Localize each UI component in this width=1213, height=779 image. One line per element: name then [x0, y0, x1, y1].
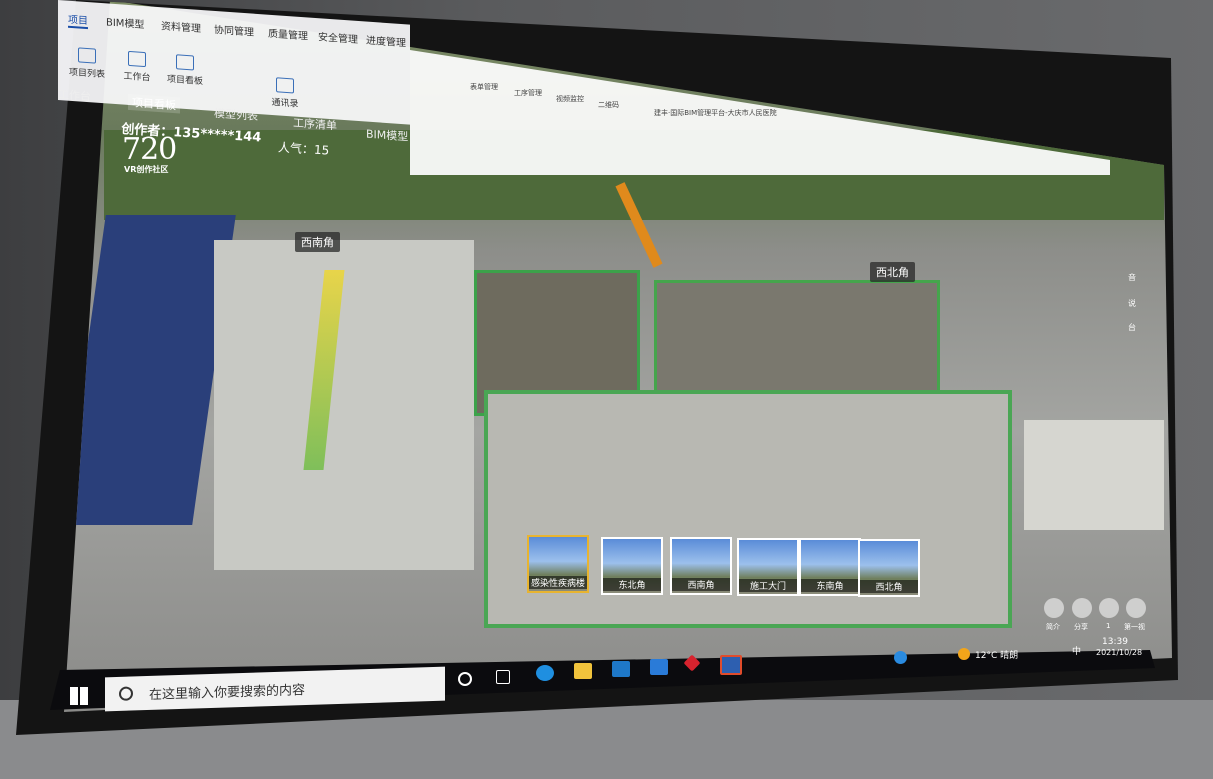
weather-text[interactable]: 12°C 晴朗	[975, 648, 1018, 661]
weather-icon	[958, 648, 970, 660]
vr-logo: 720	[122, 132, 177, 167]
help-icon[interactable]	[894, 651, 907, 664]
doc-tab-project-board[interactable]: 项目看板	[128, 93, 180, 114]
project-board-button[interactable]: 项目看板	[162, 53, 208, 87]
contacts-icon	[276, 77, 294, 94]
ribbon-tab-quality[interactable]: 质量管理	[268, 25, 308, 43]
windows-start-icon[interactable]	[70, 687, 88, 705]
intro-button[interactable]	[1044, 598, 1064, 618]
list-icon	[78, 47, 96, 64]
first-person-button[interactable]	[1126, 598, 1146, 618]
thumbnail-scene[interactable]: 施工大门	[737, 538, 799, 596]
mail-icon[interactable]	[612, 661, 630, 677]
like-count: 1	[1106, 622, 1111, 630]
app-icon[interactable]	[650, 659, 668, 675]
thumbnail-scene[interactable]: 感染性疾病楼	[527, 535, 589, 593]
popularity-label: 人气：15	[277, 140, 330, 158]
cortana-icon[interactable]	[458, 672, 472, 686]
side-icon-narration[interactable]: 说	[1128, 298, 1136, 309]
project-list-button[interactable]: 项目列表	[64, 46, 110, 80]
thumbnail-scene[interactable]: 西北角	[858, 539, 920, 597]
menu-qrcode[interactable]: 二维码	[598, 100, 619, 110]
window-title: 建丰·国际BIM管理平台-大庆市人民医院	[654, 109, 777, 117]
intro-label: 简介	[1046, 623, 1060, 631]
ribbon-tab-bim[interactable]: BIM模型	[106, 13, 144, 31]
workbench-icon	[128, 50, 146, 68]
doc-tab-process-list[interactable]: 工序清单	[293, 114, 337, 133]
menu-forms[interactable]: 表单管理	[470, 82, 498, 92]
board-icon	[176, 54, 194, 71]
task-view-icon[interactable]	[496, 670, 510, 684]
doc-tab-bim-model[interactable]: BIM模型	[366, 126, 408, 145]
adjacent-building	[1024, 420, 1164, 530]
clock-date[interactable]: 2021/10/28	[1096, 648, 1142, 657]
side-icon-audio[interactable]: 音	[1128, 272, 1136, 283]
menu-video[interactable]: 视频监控	[556, 94, 584, 104]
hotspot-northwest[interactable]: 西北角	[870, 262, 915, 282]
share-button[interactable]	[1072, 598, 1092, 618]
ribbon-tab-collab[interactable]: 协同管理	[214, 21, 254, 39]
vr-logo-subtitle: VR创作社区	[124, 165, 169, 174]
doc-tab-model-list[interactable]: 模型列表	[214, 105, 258, 124]
ribbon-tab-project[interactable]: 项目	[68, 10, 88, 30]
doc-tab-workbench[interactable]: 工作台	[58, 86, 91, 104]
side-icon-gyro[interactable]: 台	[1128, 322, 1136, 333]
workbench-button[interactable]: 工作台	[114, 50, 160, 84]
clock-time[interactable]: 13:39	[1102, 637, 1128, 647]
thumbnail-scene[interactable]: 东南角	[799, 538, 861, 596]
edge-browser-icon[interactable]	[536, 665, 554, 681]
ribbon-tab-safety[interactable]: 安全管理	[318, 28, 358, 46]
share-label: 分享	[1074, 623, 1088, 631]
first-person-label: 第一视	[1124, 623, 1145, 631]
chrome-like-icon[interactable]	[720, 655, 742, 675]
hotspot-southwest[interactable]: 西南角	[295, 232, 340, 252]
ribbon-tab-docs[interactable]: 资料管理	[161, 17, 201, 35]
blue-temporary-buildings	[64, 215, 236, 525]
concrete-lot	[214, 240, 474, 570]
file-explorer-icon[interactable]	[574, 663, 592, 679]
search-icon	[119, 686, 133, 701]
menu-process[interactable]: 工序管理	[514, 88, 542, 98]
ribbon-tab-progress[interactable]: 进度管理	[366, 32, 406, 50]
ime-indicator[interactable]: 中	[1072, 644, 1081, 657]
search-placeholder: 在这里输入你要搜索的内容	[149, 683, 306, 703]
thumbnail-scene[interactable]: 西南角	[670, 537, 732, 595]
construction-block-2	[654, 280, 940, 406]
like-button[interactable]	[1099, 598, 1119, 618]
thumbnail-scene[interactable]: 东北角	[601, 537, 663, 595]
